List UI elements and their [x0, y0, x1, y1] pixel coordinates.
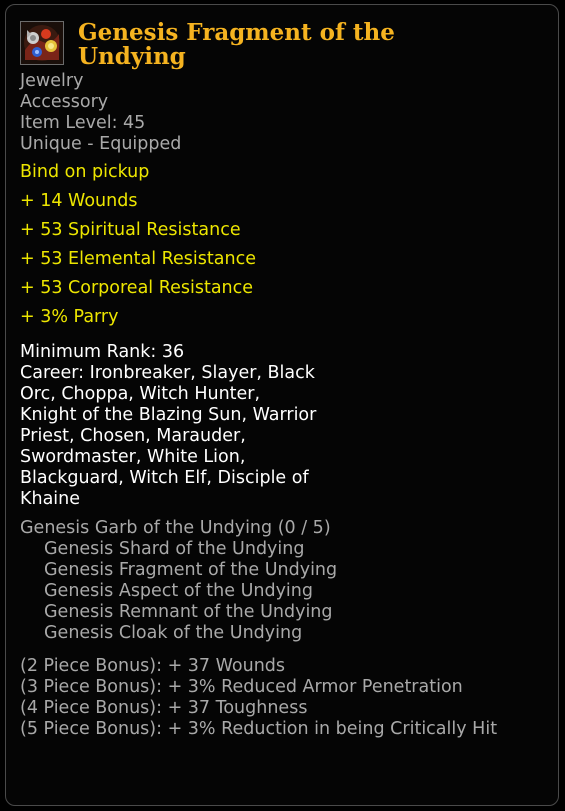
item-set: Genesis Garb of the Undying (0 / 5) Gene… — [20, 518, 544, 644]
stats-list: + 14 Wounds + 53 Spiritual Resistance + … — [20, 187, 544, 332]
set-bonus: (4 Piece Bonus): + 37 Toughness — [20, 698, 308, 718]
set-bonus: (2 Piece Bonus): + 37 Wounds — [20, 656, 286, 676]
stat-line: + 3% Parry — [20, 307, 119, 327]
set-bonuses: (2 Piece Bonus): + 37 Wounds (3 Piece Bo… — [20, 656, 520, 740]
tooltip-header: Genesis Fragment of the Undying — [20, 19, 544, 71]
item-name: Genesis Fragment of the Undying — [78, 19, 395, 70]
item-type: Jewelry — [20, 71, 84, 91]
set-item: Genesis Cloak of the Undying — [44, 623, 303, 643]
set-items: Genesis Shard of the Undying Genesis Fra… — [20, 539, 544, 644]
stat-line: + 53 Elemental Resistance — [20, 249, 256, 269]
item-unique: Unique - Equipped — [20, 134, 182, 154]
stat-line: + 53 Corporeal Resistance — [20, 278, 254, 298]
jewelry-item-icon — [20, 21, 64, 65]
stat-line: + 53 Spiritual Resistance — [20, 220, 241, 240]
set-bonus: (5 Piece Bonus): + 3% Reduction in being… — [20, 719, 498, 739]
bind-status: Bind on pickup — [20, 162, 150, 182]
set-item: Genesis Shard of the Undying — [44, 539, 305, 559]
item-tooltip: Genesis Fragment of the Undying Jewelry … — [5, 4, 559, 806]
set-item: Genesis Fragment of the Undying — [44, 560, 338, 580]
set-title: Genesis Garb of the Undying (0 / 5) — [20, 518, 331, 538]
stat-line: + 14 Wounds — [20, 191, 138, 211]
item-slot: Accessory — [20, 92, 109, 112]
item-level: Item Level: 45 — [20, 113, 146, 133]
set-item: Genesis Aspect of the Undying — [44, 581, 313, 601]
set-item: Genesis Remnant of the Undying — [44, 602, 333, 622]
minimum-rank: Minimum Rank: 36 — [20, 342, 185, 362]
career-list: Career: Ironbreaker, Slayer, Black Orc, … — [20, 363, 317, 509]
set-bonus: (3 Piece Bonus): + 3% Reduced Armor Pene… — [20, 677, 463, 697]
